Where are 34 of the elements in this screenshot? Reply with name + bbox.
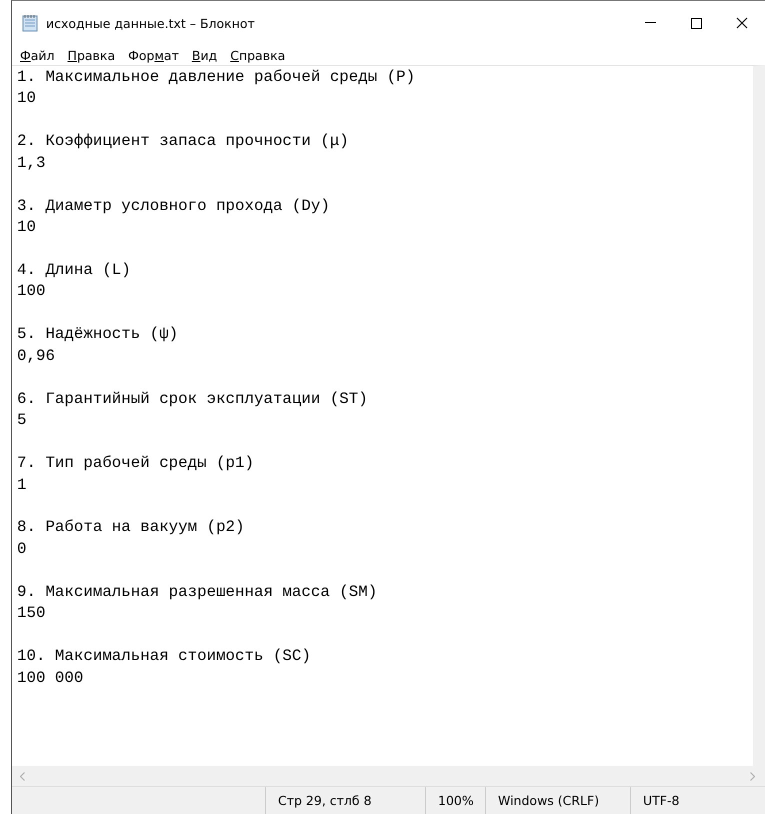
menu-item[interactable]: Формат (127, 48, 185, 62)
menu-item[interactable]: Справка (229, 48, 292, 62)
text-line: 1,3 (17, 152, 46, 174)
close-icon[interactable] (736, 17, 748, 29)
text-line: 10. Максимальная стоимость (SC) (17, 646, 311, 668)
cursor-position: Стр 29, стлб 8 (265, 787, 425, 814)
text-line: 5 (17, 410, 26, 432)
text-line: 4. Длина (L) (17, 260, 131, 282)
text-line: 2. Коэффициент запаса прочности (μ) (17, 131, 349, 152)
text-line: 1. Максимальное давление рабочей среды (P) (17, 67, 416, 88)
text-line: 9. Максимальная разрешенная масса (SM) (17, 582, 378, 603)
text-line: 0 (17, 538, 26, 560)
text-line: 6. Гарантийный срок эксплуатации (ST) (17, 388, 368, 410)
text-line: 3. Диаметр условного прохода (Dy) (17, 196, 330, 217)
text-line: 10 (17, 217, 36, 238)
line-endings: Windows (CRLF) (485, 787, 630, 814)
menu-item[interactable]: Вид (190, 48, 224, 62)
minimize-icon[interactable] (644, 22, 656, 24)
text-line: 8. Работа на вакуум (p2) (17, 517, 245, 538)
maximize-icon[interactable] (690, 18, 702, 28)
menu-item[interactable]: Файл (19, 48, 61, 62)
text-line: 0,96 (17, 346, 55, 367)
encoding: UTF-8 (630, 787, 765, 814)
text-line: 150 (17, 603, 46, 624)
notepad-icon (22, 14, 38, 32)
zoom-level: 100% (425, 787, 485, 814)
text-line: 10 (17, 88, 36, 110)
text-line: 100 (17, 281, 46, 302)
text-line: 5. Надёжность (ψ) (17, 324, 178, 346)
text-line: 1 (17, 474, 26, 496)
text-line: 100 000 (17, 668, 84, 689)
text-line: 7. Тип рабочей среды (p1) (17, 453, 254, 474)
menu-item[interactable]: Правка (66, 48, 122, 62)
window-title: исходные данные.txt – Блокнот (46, 16, 256, 30)
